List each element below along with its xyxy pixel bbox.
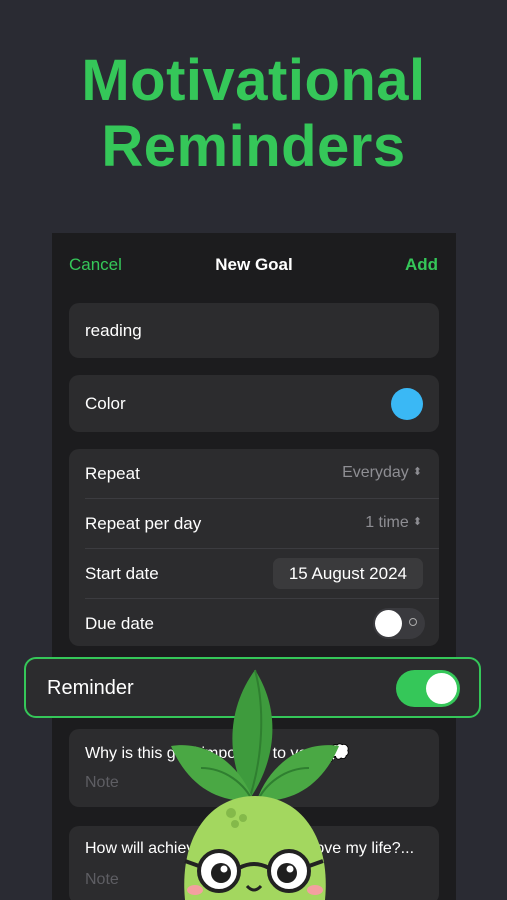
toggle-knob (375, 610, 402, 637)
color-label: Color (85, 394, 126, 413)
goal-name-field[interactable]: reading (69, 303, 439, 358)
reminder-toggle[interactable] (396, 670, 460, 707)
repeat-label: Repeat (85, 464, 140, 483)
repeat-per-day-value: 1 time (365, 514, 409, 531)
repeat-row[interactable]: Repeat Everyday ⬍ (69, 449, 439, 498)
start-date-label: Start date (85, 564, 159, 583)
toggle-off-indicator-icon (409, 618, 417, 626)
repeat-per-day-picker[interactable]: 1 time ⬍ (365, 514, 422, 532)
headline-line1: Motivational (81, 48, 426, 113)
due-date-label: Due date (85, 614, 154, 633)
headline-line2: Reminders (101, 114, 406, 179)
repeat-per-day-row[interactable]: Repeat per day 1 time ⬍ (69, 499, 439, 548)
repeat-picker[interactable]: Everyday ⬍ (342, 464, 422, 482)
goal-name-value: reading (85, 321, 142, 340)
due-date-row: Due date (69, 599, 439, 648)
start-date-row: Start date 15 August 2024 (69, 549, 439, 598)
schedule-settings: Repeat Everyday ⬍ Repeat per day 1 time ⬍ … (69, 449, 439, 646)
repeat-per-day-label: Repeat per day (85, 514, 202, 533)
toggle-knob (426, 673, 457, 704)
note-input[interactable]: Note (85, 871, 119, 889)
headline: Motivational Reminders (0, 48, 507, 180)
due-date-toggle[interactable] (373, 608, 425, 639)
color-swatch[interactable] (391, 388, 423, 420)
page-title: New Goal (215, 255, 293, 274)
color-row[interactable]: Color (69, 375, 439, 432)
chevron-up-down-icon: ⬍ (412, 516, 422, 528)
repeat-value: Everyday (342, 464, 409, 481)
navigation-bar: Cancel New Goal Add (52, 233, 456, 295)
note-input[interactable]: Note (85, 774, 119, 792)
add-button[interactable]: Add (405, 255, 438, 275)
chevron-up-down-icon: ⬍ (412, 466, 422, 478)
reminder-label: Reminder (47, 677, 134, 699)
start-date-picker[interactable]: 15 August 2024 (272, 558, 423, 589)
pineapple-mascot-icon (171, 669, 339, 900)
